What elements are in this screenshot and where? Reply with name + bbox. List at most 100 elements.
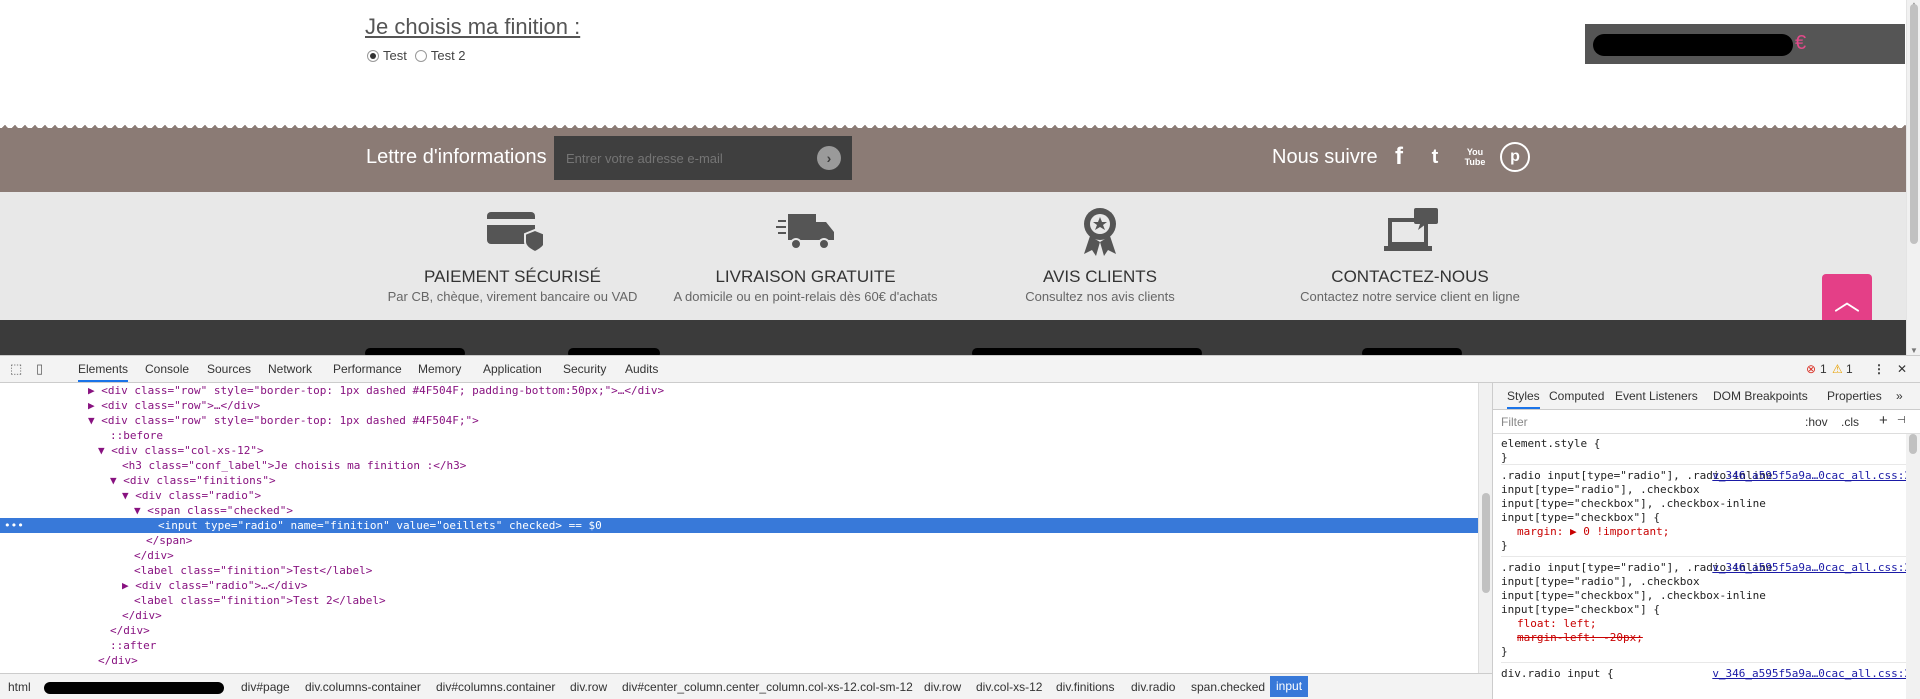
dom-node[interactable]: ▶ <div class="row">…</div> <box>0 398 1478 413</box>
breadcrumb-item[interactable]: html <box>8 680 31 694</box>
rule-source-link[interactable]: v_346_a595f5a9a…0cac_all.css:2 <box>1712 667 1911 681</box>
dom-node-text: ::before <box>110 429 163 442</box>
warning-count[interactable]: 1 <box>1846 362 1853 376</box>
dom-tree-scrollbar[interactable] <box>1478 383 1492 673</box>
rule-source-link[interactable]: v_346_a595f5a9a…0cac_all.css:2 <box>1712 561 1911 575</box>
pinterest-icon[interactable]: p <box>1500 142 1530 172</box>
tab-performance[interactable]: Performance <box>333 362 402 376</box>
breadcrumb-item[interactable]: div#page <box>241 680 290 694</box>
breadcrumb-item[interactable]: div#center_column.center_column.col-xs-1… <box>622 680 913 694</box>
styles-scroll-thumb[interactable] <box>1909 434 1917 454</box>
tab-memory[interactable]: Memory <box>418 362 461 376</box>
inspect-element-icon[interactable]: ⬚ <box>10 362 24 376</box>
twitter-icon[interactable]: t <box>1420 142 1450 172</box>
device-toggle-icon[interactable]: ▯ <box>36 362 50 376</box>
rule-property-overridden[interactable]: margin-left: -20px; <box>1501 631 1911 645</box>
newsletter-email-input[interactable] <box>554 136 852 180</box>
truck-icon <box>775 214 834 250</box>
radio-label-test-2[interactable]: Test 2 <box>431 48 466 63</box>
tab-network[interactable]: Network <box>268 362 312 376</box>
reassurance-subtitle: Contactez notre service client en ligne <box>1300 289 1520 304</box>
dom-node[interactable]: </div> <box>0 608 1478 623</box>
tab-properties[interactable]: Properties <box>1827 389 1882 403</box>
facebook-icon[interactable]: f <box>1384 142 1414 172</box>
breadcrumb-item[interactable]: div.col-xs-12 <box>976 680 1042 694</box>
radio-label-test[interactable]: Test <box>383 48 407 63</box>
tab-event-listeners[interactable]: Event Listeners <box>1615 389 1698 403</box>
dom-node[interactable]: ::after <box>0 638 1478 653</box>
tab-application[interactable]: Application <box>483 362 542 376</box>
radio-test-2[interactable] <box>414 49 427 62</box>
more-tabs-icon[interactable]: » <box>1896 389 1903 403</box>
error-count[interactable]: 1 <box>1820 362 1827 376</box>
page-scroll-thumb[interactable] <box>1910 4 1918 244</box>
style-rule[interactable]: element.style { } <box>1501 437 1911 465</box>
dom-node[interactable]: </div> <box>0 653 1478 668</box>
tab-styles[interactable]: Styles <box>1507 389 1540 409</box>
newsletter-submit-icon[interactable]: › <box>817 146 841 170</box>
breadcrumb-item[interactable]: div.radio <box>1131 680 1175 694</box>
dom-node[interactable]: ▼ <div class="row" style="border-top: 1p… <box>0 413 1478 428</box>
radio-test[interactable] <box>367 49 379 62</box>
rule-source-link[interactable]: v_346_a595f5a9a…0cac_all.css:2 <box>1712 469 1911 483</box>
tab-console[interactable]: Console <box>145 362 189 376</box>
rule-property[interactable]: float: left; <box>1501 617 1911 631</box>
rule-property[interactable]: margin: ▶ 0 !important; <box>1501 525 1911 539</box>
dom-node[interactable]: ▼ <div class="radio"> <box>0 488 1478 503</box>
breadcrumb-item[interactable]: div.row <box>570 680 607 694</box>
dom-node[interactable]: </span> <box>0 533 1478 548</box>
close-icon[interactable]: ✕ <box>1897 362 1907 376</box>
styles-scrollbar[interactable] <box>1906 434 1920 699</box>
dom-node[interactable]: ▼ <div class="col-xs-12"> <box>0 443 1478 458</box>
style-rule[interactable]: div.radio input { v_346_a595f5a9a…0cac_a… <box>1501 667 1911 697</box>
breadcrumb-item[interactable]: div.row <box>924 680 961 694</box>
scroll-down-arrow-icon[interactable]: ▼ <box>1910 346 1918 355</box>
hov-toggle[interactable]: :hov <box>1805 415 1828 429</box>
dom-scroll-thumb[interactable] <box>1482 493 1490 593</box>
cls-toggle[interactable]: .cls <box>1841 415 1859 429</box>
toggle-sidebar-icon[interactable]: ⊣ <box>1897 415 1906 426</box>
error-icon[interactable]: ⊗ <box>1806 362 1816 376</box>
tab-elements[interactable]: Elements <box>78 362 129 382</box>
styles-filter-input[interactable]: Filter <box>1501 415 1528 429</box>
warning-icon[interactable]: ⚠ <box>1832 362 1843 376</box>
breadcrumb-item[interactable]: div#columns.container <box>436 680 555 694</box>
youtube-icon[interactable]: You Tube <box>1460 142 1490 172</box>
tab-security[interactable]: Security <box>563 362 606 376</box>
more-options-icon[interactable]: ⋮ <box>1873 362 1885 376</box>
more-actions-icon[interactable]: ••• <box>4 518 24 533</box>
style-rule[interactable]: .radio input[type="radio"], .radio-inlin… <box>1501 469 1911 557</box>
breadcrumb-item-active[interactable]: input <box>1270 676 1309 697</box>
tab-audits[interactable]: Audits <box>625 362 658 376</box>
page-scrollbar[interactable]: ▲ ▼ <box>1906 0 1920 355</box>
breadcrumb-item[interactable]: div.finitions <box>1056 680 1114 694</box>
dom-node[interactable]: ▶ <div class="radio">…</div> <box>0 578 1478 593</box>
dom-node[interactable]: ▼ <span class="checked"> <box>0 503 1478 518</box>
redacted-link <box>1362 348 1462 355</box>
dom-node[interactable]: <label class="finition">Test</label> <box>0 563 1478 578</box>
redacted-link <box>568 348 660 355</box>
tab-dom-breakpoints[interactable]: DOM Breakpoints <box>1713 389 1808 403</box>
scroll-to-top-button[interactable]: ︿ <box>1822 274 1872 324</box>
style-rule[interactable]: .radio input[type="radio"], .radio-inlin… <box>1501 561 1911 663</box>
dom-node[interactable]: </div> <box>0 623 1478 638</box>
breadcrumb-item[interactable]: span.checked <box>1191 680 1265 694</box>
dom-tree[interactable]: ▶ <div class="row" style="border-top: 1p… <box>0 383 1478 673</box>
dom-node[interactable]: <h3 class="conf_label">Je choisis ma fin… <box>0 458 1478 473</box>
dom-node[interactable]: <label class="finition">Test 2</label> <box>0 593 1478 608</box>
reassurance-subtitle: Par CB, chèque, virement bancaire ou VAD <box>387 289 638 304</box>
breadcrumb-item[interactable]: div.columns-container <box>305 680 421 694</box>
tab-computed[interactable]: Computed <box>1549 389 1604 403</box>
tab-sources[interactable]: Sources <box>207 362 251 376</box>
dom-node-selected[interactable]: ••• <input type="radio" name="finition" v… <box>0 518 1478 533</box>
reassurance-delivery: LIVRAISON GRATUITE A domicile ou en poin… <box>668 206 943 304</box>
add-rule-icon[interactable]: + <box>1879 412 1888 429</box>
rule-close: } <box>1501 451 1508 464</box>
reassurance-bar: PAIEMENT SÉCURISÉ Par CB, chèque, vireme… <box>0 192 1906 320</box>
dom-node[interactable]: ▶ <div class="row" style="border-top: 1p… <box>0 383 1478 398</box>
dom-node[interactable]: </div> <box>0 548 1478 563</box>
page-viewport: Je choisis ma finition : Test Test 2 € L… <box>0 0 1920 355</box>
dom-node-text: ::after <box>110 639 157 652</box>
dom-node[interactable]: ▼ <div class="finitions"> <box>0 473 1478 488</box>
dom-node[interactable]: ::before <box>0 428 1478 443</box>
